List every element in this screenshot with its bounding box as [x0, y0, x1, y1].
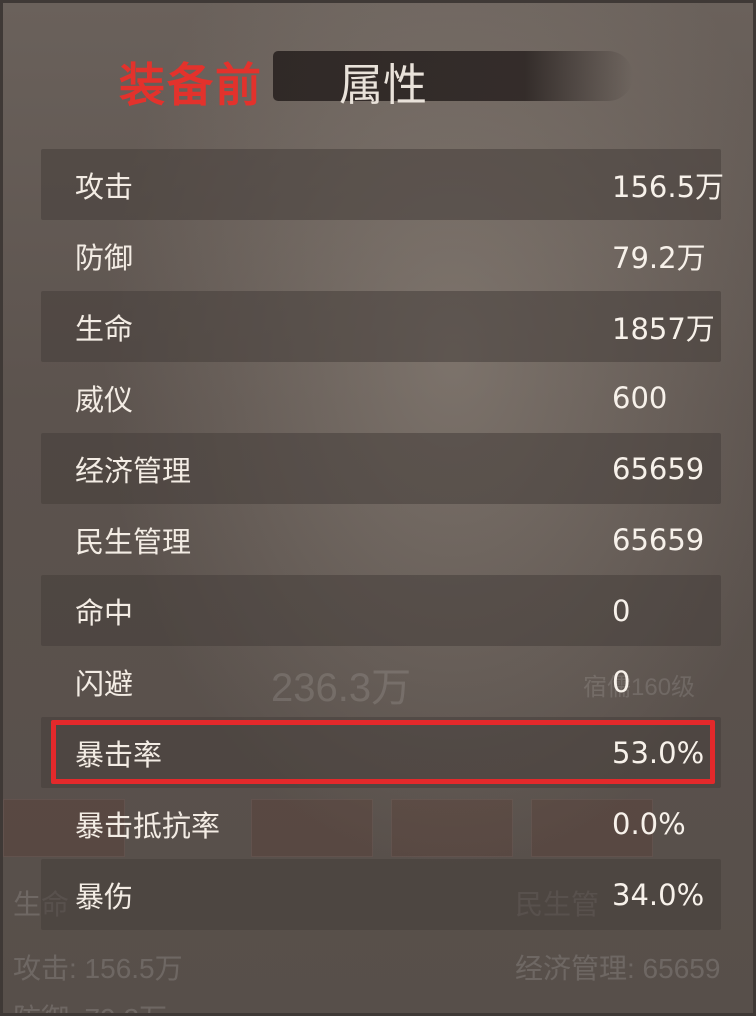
stat-label: 威仪 [75, 382, 134, 417]
stat-value: 0.0% [612, 806, 686, 841]
ink-brush-stroke [273, 51, 633, 101]
crit-rate-highlight-box [51, 720, 715, 784]
stat-value: 79.2万 [612, 240, 706, 275]
background-stat-attack: 攻击: 156.5万 [13, 953, 183, 984]
stat-row-crit-damage: 暴伤 34.0% [41, 859, 721, 930]
stat-list: 攻击 156.5万 防御 79.2万 生命 1857万 威仪 600 经济管理 … [41, 149, 725, 930]
stat-label: 闪避 [75, 666, 134, 701]
stat-row-defense: 防御 79.2万 [41, 220, 721, 291]
stat-row-livelihood: 民生管理 65659 [41, 504, 721, 575]
stat-label: 攻击 [75, 169, 134, 204]
panel-header: 装备前 属性 [103, 39, 633, 115]
stat-row-hit: 命中 0 [41, 575, 721, 646]
stat-label: 生命 [75, 311, 134, 346]
stat-label: 经济管理 [75, 453, 192, 488]
title-attributes: 属性 [339, 60, 427, 111]
attribute-panel: 236.3万 宿儒160级 生命 攻击: 156.5万 防御: 79.2万 民生… [0, 0, 756, 1016]
stat-row-economy: 经济管理 65659 [41, 433, 721, 504]
stat-row-crit-resist: 暴击抵抗率 0.0% [41, 788, 721, 859]
stat-label: 暴伤 [75, 879, 134, 914]
stat-label: 民生管理 [75, 524, 192, 559]
stat-row-dodge: 闪避 0 [41, 646, 721, 717]
background-stat-defense: 防御: 79.2万 [13, 997, 167, 1013]
stat-row-hp: 生命 1857万 [41, 291, 721, 362]
title-before-equip: 装备前 [119, 58, 263, 112]
stat-value: 34.0% [612, 877, 705, 912]
stat-row-attack: 攻击 156.5万 [41, 149, 725, 220]
stat-value: 65659 [612, 522, 705, 557]
stat-row-prestige: 威仪 600 [41, 362, 721, 433]
stat-value: 156.5万 [612, 169, 725, 204]
stat-label: 命中 [75, 595, 134, 630]
stat-value: 0 [612, 664, 631, 699]
stat-value: 65659 [612, 451, 705, 486]
stat-label: 暴击抵抗率 [75, 808, 221, 843]
stat-value: 0 [612, 593, 631, 628]
stat-value: 1857万 [612, 311, 715, 346]
background-stat-economy: 经济管理: 65659 [515, 953, 721, 984]
stat-value: 600 [612, 380, 668, 415]
stat-label: 防御 [75, 240, 134, 275]
